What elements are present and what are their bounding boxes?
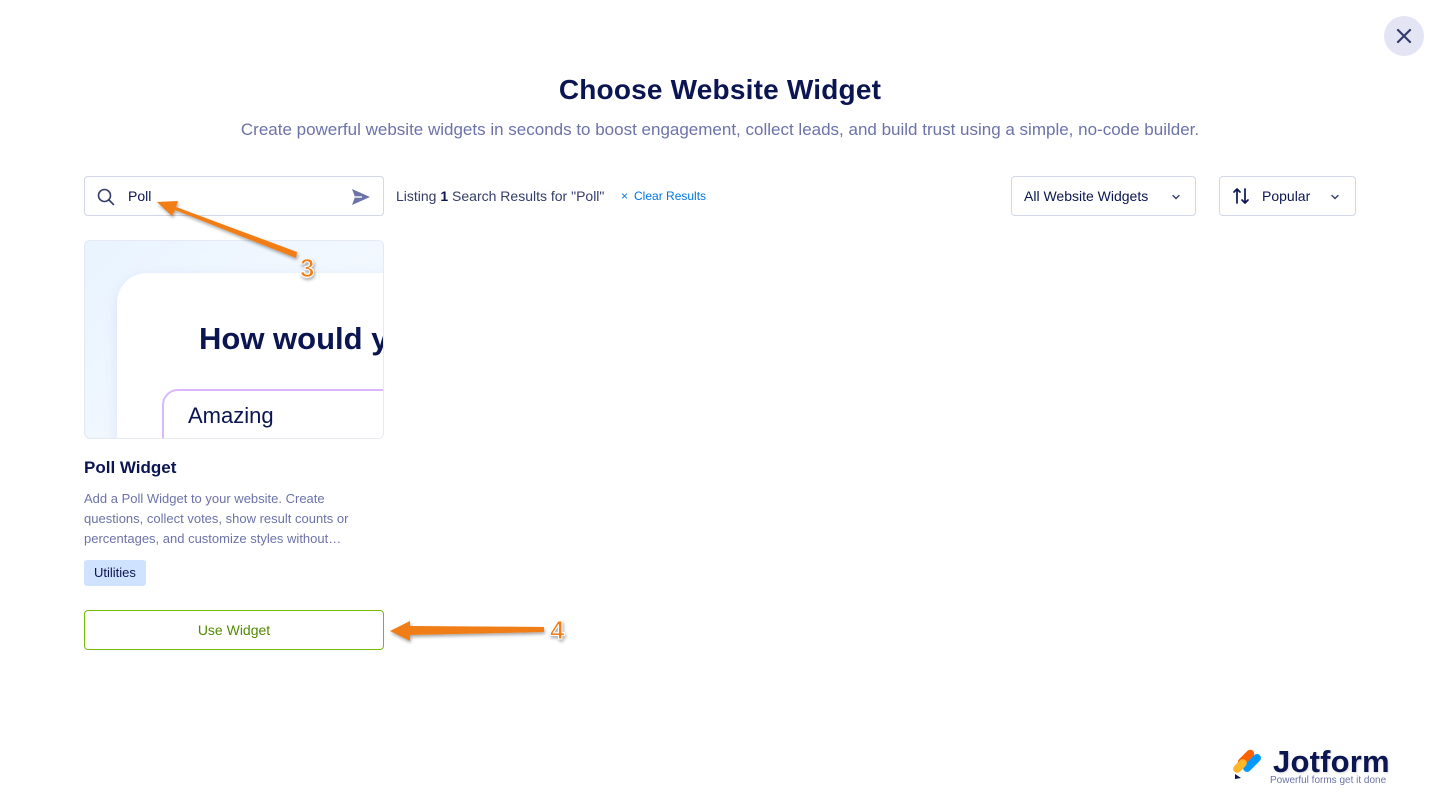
close-icon xyxy=(1396,28,1412,44)
use-widget-button[interactable]: Use Widget xyxy=(84,610,384,650)
listing-suffix: Search Results for "Poll" xyxy=(452,188,605,204)
listing-prefix: Listing xyxy=(396,188,437,204)
category-badge: Utilities xyxy=(84,560,146,586)
search-box xyxy=(84,176,384,216)
chevron-down-icon xyxy=(1172,194,1180,200)
preview-question: How would y xyxy=(199,321,384,356)
widget-title: Poll Widget xyxy=(84,458,177,477)
widget-type-selected: All Website Widgets xyxy=(1024,188,1149,204)
brand-tagline: Powerful forms get it done xyxy=(1270,775,1387,786)
sort-icon xyxy=(1233,188,1249,204)
clear-results-label: Clear Results xyxy=(634,189,707,203)
page-title: Choose Website Widget xyxy=(558,74,882,105)
widget-description: Add a Poll Widget to your website. Creat… xyxy=(84,491,349,546)
send-icon[interactable] xyxy=(351,187,371,207)
clear-results-link[interactable]: × Clear Results xyxy=(621,189,706,203)
chevron-down-icon xyxy=(1331,194,1339,200)
sort-selected: Popular xyxy=(1262,188,1311,204)
search-result-summary: Listing 1 Search Results for "Poll" xyxy=(396,188,604,204)
annotation-number-4: 4 xyxy=(550,615,565,645)
page-subtitle: Create powerful website widgets in secon… xyxy=(240,120,1200,139)
sort-dropdown[interactable]: Popular xyxy=(1219,176,1356,216)
preview-option: Amazing xyxy=(162,389,383,438)
search-input[interactable] xyxy=(128,185,338,207)
search-icon xyxy=(97,188,115,206)
jotform-logo: Jotform Powerful forms get it done xyxy=(1233,744,1413,790)
close-button[interactable] xyxy=(1384,16,1424,56)
preview-option-label: Amazing xyxy=(188,403,274,428)
widget-type-dropdown[interactable]: All Website Widgets xyxy=(1011,176,1196,216)
widget-preview-image[interactable]: How would y Amazing xyxy=(84,240,384,439)
result-count: 1 xyxy=(440,188,449,204)
clear-x-icon: × xyxy=(621,189,629,203)
annotation-arrow-4 xyxy=(390,621,544,641)
jotform-logo-mark xyxy=(1233,749,1261,779)
